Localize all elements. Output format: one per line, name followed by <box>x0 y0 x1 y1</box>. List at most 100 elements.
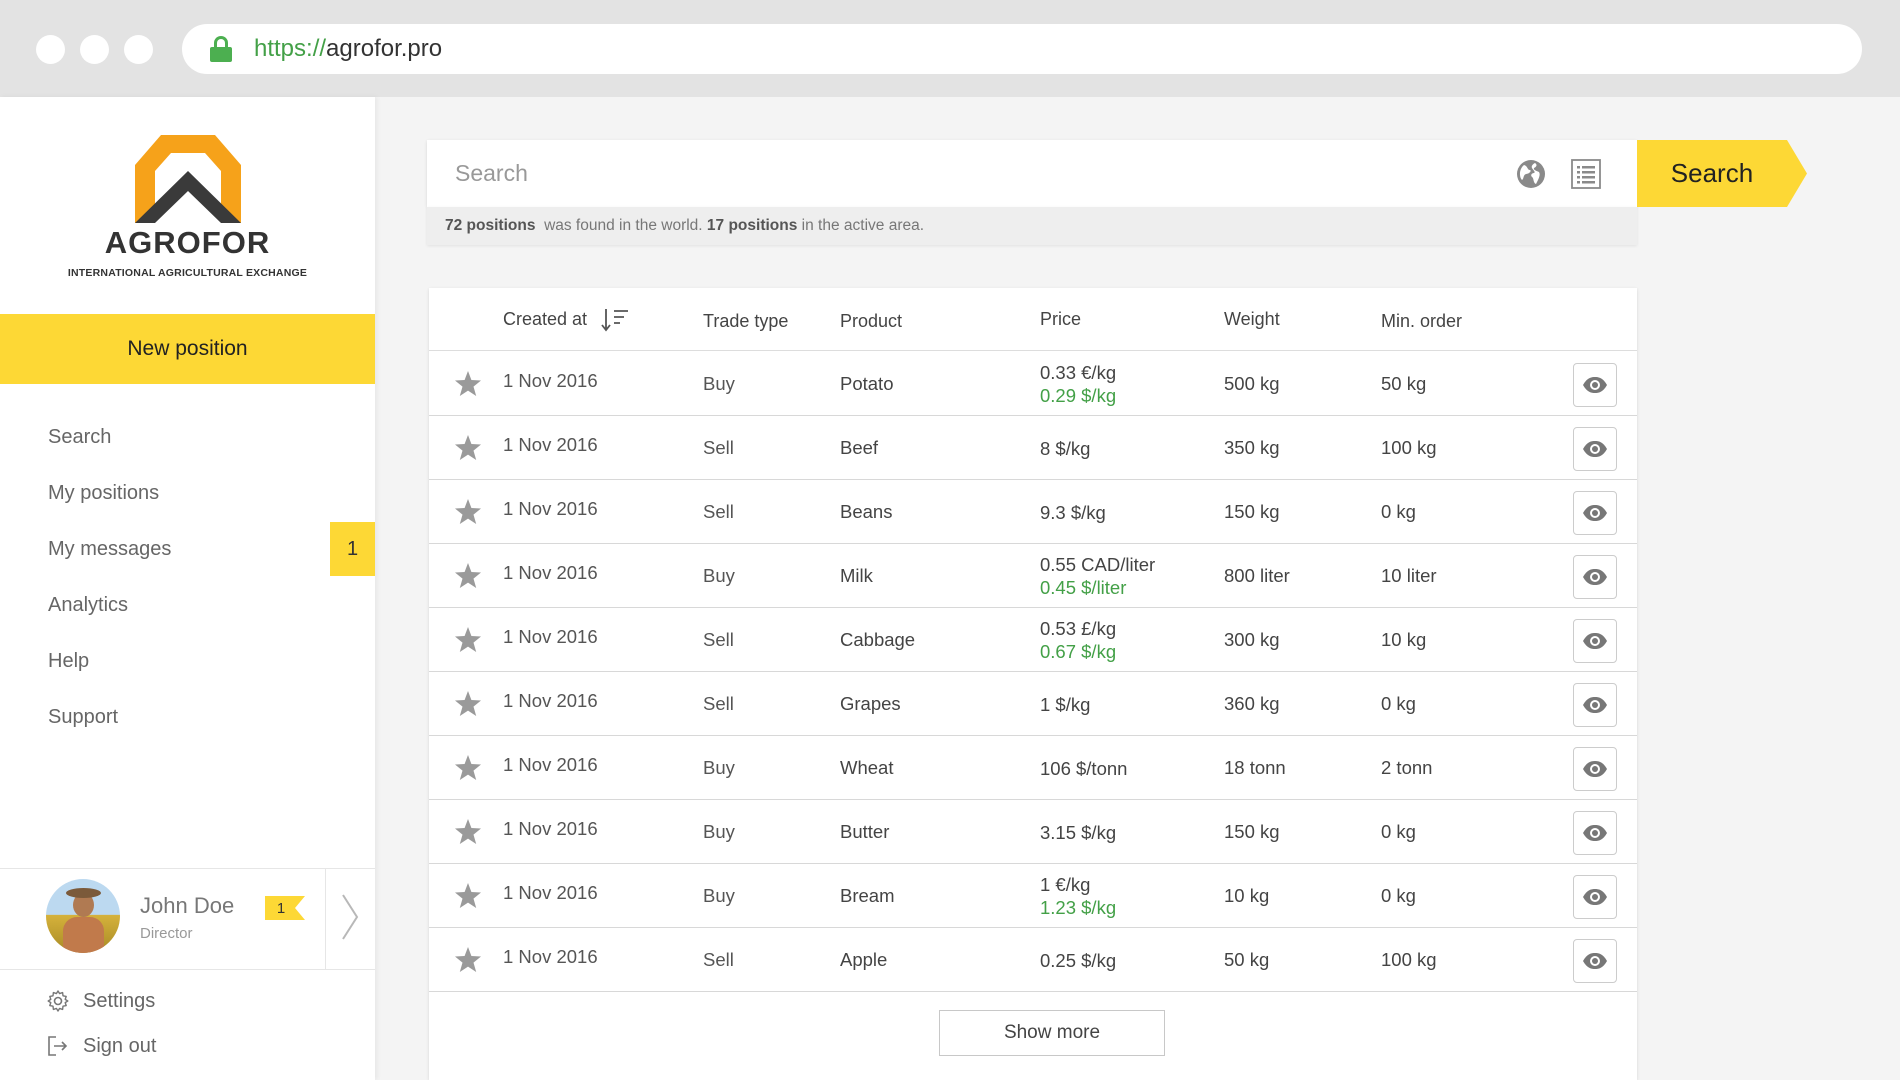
sign-out-label: Sign out <box>83 1034 157 1057</box>
table-row[interactable]: 1 Nov 2016 Buy Bream 1 €/kg 1.23 $/kg 10 kg 0 … <box>429 864 1637 928</box>
view-details-button[interactable] <box>1573 619 1617 663</box>
sidebar-item-support[interactable]: Support <box>0 689 375 745</box>
window-control-dot[interactable] <box>36 35 65 64</box>
view-details-button[interactable] <box>1573 555 1617 599</box>
price-original: 0.53 £/kg <box>1040 618 1117 639</box>
cell-trade-type: Sell <box>703 629 734 650</box>
cell-product: Grapes <box>840 693 901 714</box>
window-control-dot[interactable] <box>80 35 109 64</box>
page: AGROFOR INTERNATIONAL AGRICULTURAL EXCHA… <box>0 97 1900 1080</box>
star-icon[interactable] <box>454 883 482 914</box>
price-converted: 0.45 $/liter <box>1040 577 1127 598</box>
cell-product: Apple <box>840 949 888 970</box>
star-icon[interactable] <box>454 627 482 658</box>
search-input[interactable] <box>455 140 1455 207</box>
cell-price: 0.25 $/kg <box>1040 928 1116 992</box>
cell-price: 8 $/kg <box>1040 416 1090 480</box>
view-details-button[interactable] <box>1573 683 1617 727</box>
star-icon[interactable] <box>454 371 482 402</box>
user-profile[interactable]: John Doe Director 1 <box>0 868 375 970</box>
view-details-button[interactable] <box>1573 427 1617 471</box>
cell-created-at: 1 Nov 2016 <box>503 562 598 583</box>
eye-icon <box>1582 952 1608 970</box>
logo-mark <box>134 135 241 223</box>
sort-descending-icon[interactable] <box>601 308 629 332</box>
cell-weight: 50 kg <box>1224 949 1270 970</box>
table-row[interactable]: 1 Nov 2016 Buy Milk 0.55 CAD/liter 0.45 $/li… <box>429 544 1637 608</box>
column-trade-type[interactable]: Trade type <box>703 290 788 353</box>
cell-product: Bream <box>840 885 895 906</box>
settings-link[interactable]: Settings <box>46 989 155 1013</box>
table-row[interactable]: 1 Nov 2016 Sell Apple 0.25 $/kg 50 kg 100 kg <box>429 928 1637 992</box>
globe-icon[interactable] <box>1515 158 1547 190</box>
table-row[interactable]: 1 Nov 2016 Sell Grapes 1 $/kg 360 kg 0 kg <box>429 672 1637 736</box>
column-label: Created at <box>503 309 588 329</box>
show-more-button[interactable]: Show more <box>939 1010 1165 1056</box>
chevron-right-icon[interactable] <box>338 891 362 943</box>
table-row[interactable]: 1 Nov 2016 Buy Potato 0.33 €/kg 0.29 $/kg 500… <box>429 352 1637 416</box>
cell-created-at: 1 Nov 2016 <box>503 370 598 391</box>
column-created-at[interactable]: Created at <box>503 288 629 351</box>
star-icon[interactable] <box>454 499 482 530</box>
cell-created-at: 1 Nov 2016 <box>503 882 598 903</box>
star-icon[interactable] <box>454 947 482 978</box>
cell-price: 9.3 $/kg <box>1040 480 1106 544</box>
table-row[interactable]: 1 Nov 2016 Buy Wheat 106 $/tonn 18 tonn 2 ton… <box>429 736 1637 800</box>
cell-min-order: 10 kg <box>1381 629 1427 650</box>
cell-price: 1 $/kg <box>1040 672 1090 736</box>
new-position-button[interactable]: New position <box>0 314 375 384</box>
view-details-button[interactable] <box>1573 939 1617 983</box>
cell-weight: 150 kg <box>1224 821 1280 842</box>
notification-count: 1 <box>276 899 286 917</box>
window-control-dot[interactable] <box>124 35 153 64</box>
star-icon[interactable] <box>454 691 482 722</box>
column-weight[interactable]: Weight <box>1224 288 1280 351</box>
eye-icon <box>1582 632 1608 650</box>
star-icon[interactable] <box>454 435 482 466</box>
cell-weight: 360 kg <box>1224 693 1280 714</box>
column-product[interactable]: Product <box>840 290 902 353</box>
table-row[interactable]: 1 Nov 2016 Sell Beans 9.3 $/kg 150 kg 0 kg <box>429 480 1637 544</box>
view-details-button[interactable] <box>1573 491 1617 535</box>
search-button[interactable]: Search <box>1637 140 1807 207</box>
column-price[interactable]: Price <box>1040 288 1081 351</box>
cell-weight: 300 kg <box>1224 629 1280 650</box>
cell-trade-type: Sell <box>703 501 734 522</box>
star-icon[interactable] <box>454 819 482 850</box>
table-row[interactable]: 1 Nov 2016 Sell Cabbage 0.53 £/kg 0.67 $/kg 3… <box>429 608 1637 672</box>
avatar[interactable] <box>46 879 120 953</box>
url-protocol: https:// <box>254 35 327 62</box>
view-details-button[interactable] <box>1573 747 1617 791</box>
cell-created-at: 1 Nov 2016 <box>503 434 598 455</box>
table-row[interactable]: 1 Nov 2016 Sell Beef 8 $/kg 350 kg 100 kg <box>429 416 1637 480</box>
sign-out-link[interactable]: Sign out <box>46 1034 156 1058</box>
url-text[interactable]: https://agrofor.pro <box>254 35 442 63</box>
list-icon[interactable] <box>1571 159 1601 189</box>
notification-badge[interactable]: 1 <box>265 896 305 920</box>
sidebar-item-my-positions[interactable]: My positions <box>0 465 375 521</box>
cell-min-order: 0 kg <box>1381 885 1416 906</box>
search-bar <box>427 140 1637 207</box>
sidebar-item-analytics[interactable]: Analytics <box>0 577 375 633</box>
cell-min-order: 2 tonn <box>1381 757 1433 778</box>
sidebar-item-search[interactable]: Search <box>0 409 375 465</box>
cell-price: 0.53 £/kg 0.67 $/kg <box>1040 608 1116 672</box>
sidebar-item-my-messages[interactable]: My messages 1 <box>0 521 375 577</box>
view-details-button[interactable] <box>1573 811 1617 855</box>
logo-name: AGROFOR <box>104 225 271 260</box>
cell-trade-type: Buy <box>703 565 735 586</box>
user-role: Director <box>140 925 193 942</box>
view-details-button[interactable] <box>1573 363 1617 407</box>
browser-chrome: https://agrofor.pro <box>0 0 1900 97</box>
cell-min-order: 0 kg <box>1381 821 1416 842</box>
price-converted: 0.67 $/kg <box>1040 641 1117 662</box>
star-icon[interactable] <box>454 563 482 594</box>
address-bar[interactable]: https://agrofor.pro <box>182 24 1862 74</box>
star-icon[interactable] <box>454 755 482 786</box>
column-min-order[interactable]: Min. order <box>1381 290 1462 353</box>
view-details-button[interactable] <box>1573 875 1617 919</box>
cell-weight: 10 kg <box>1224 885 1270 906</box>
table-row[interactable]: 1 Nov 2016 Buy Butter 3.15 $/kg 150 kg 0 kg <box>429 800 1637 864</box>
cell-product: Cabbage <box>840 629 916 650</box>
sidebar-item-help[interactable]: Help <box>0 633 375 689</box>
